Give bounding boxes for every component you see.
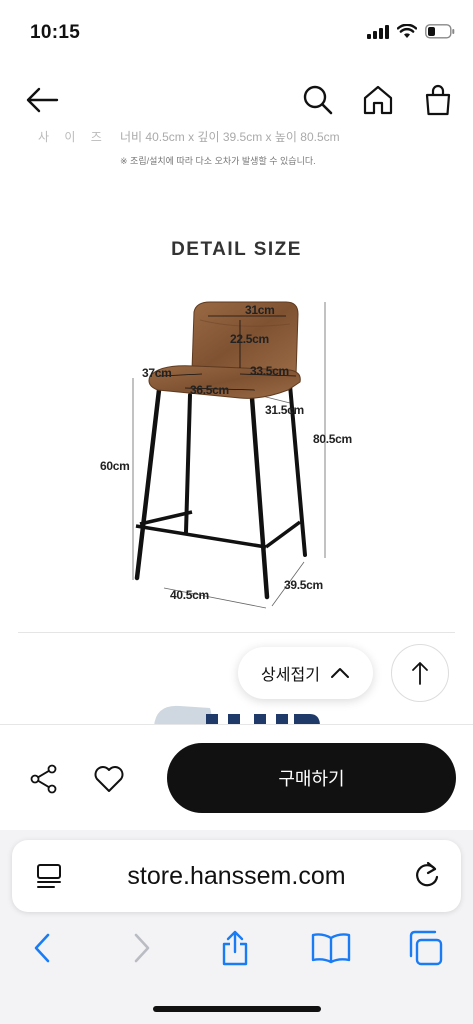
status-bar: 10:15 [0,0,473,64]
dim-base-depth: 39.5cm [284,578,323,592]
chevron-right-icon [134,933,150,963]
spec-row: 사 이 즈 너비 40.5cm x 깊이 39.5cm x 높이 80.5cm [0,124,473,144]
brand-logo-peek [150,700,330,726]
browser-forward-button[interactable] [120,928,164,968]
address-bar[interactable]: store.hanssem.com [12,840,461,912]
search-button[interactable] [298,80,338,120]
tabs-button[interactable] [404,928,448,968]
status-time: 10:15 [30,22,81,43]
heart-icon [94,766,124,792]
section-divider [18,632,455,633]
browser-share-button[interactable] [213,928,257,968]
wifi-icon [397,24,417,38]
chair-illustration [132,301,326,609]
dim-base-width: 40.5cm [170,588,209,602]
dim-seat-depth-right: 33.5cm [250,364,289,378]
chevron-up-icon [330,668,349,678]
share-nodes-icon [30,764,57,794]
dim-total-height: 80.5cm [313,432,352,446]
dim-back-width: 31cm [245,303,275,317]
browser-back-button[interactable] [20,928,64,968]
back-button[interactable] [22,80,62,120]
home-button[interactable] [358,80,398,120]
share-icon [222,930,248,966]
arrow-left-icon [26,87,59,113]
tabs-icon [409,930,443,966]
url-text[interactable]: store.hanssem.com [12,862,461,891]
spec-label: 사 이 즈 [38,130,108,144]
signal-icon [367,24,389,39]
app-header [0,70,473,130]
home-indicator [153,1006,321,1012]
logo-fragment-image [154,705,320,726]
search-icon [303,85,333,115]
bookmarks-button[interactable] [309,928,353,968]
purchase-bar: 구매하기 [0,724,473,830]
dim-seat-height: 60cm [100,459,130,473]
dim-leg-spacing: 31.5cm [265,403,304,417]
spec-note: ※ 조립/설치에 따라 다소 오차가 발생할 수 있습니다. [120,156,316,166]
dim-back-height: 22.5cm [230,332,269,346]
reload-icon[interactable] [413,860,441,890]
spec-value: 너비 40.5cm x 깊이 39.5cm x 높이 80.5cm [120,130,340,144]
cart-button[interactable] [418,80,458,120]
dim-seat-width-front: 36.5cm [190,383,229,397]
collapse-details-label: 상세접기 [261,667,320,684]
share-button[interactable] [26,761,62,797]
home-icon [363,85,393,115]
browser-nav-row [0,928,473,968]
detail-size-title: DETAIL SIZE [171,239,302,260]
chair-dimension-image: 31cm 22.5cm 37cm 33.5cm 36.5cm 31.5cm 80… [90,290,352,610]
battery-icon [425,24,455,39]
arrow-up-icon [412,662,428,685]
dim-seat-depth-left: 37cm [142,366,172,380]
shopping-bag-icon [425,84,451,116]
status-icons [367,24,455,39]
book-icon [311,933,351,964]
scroll-to-top-button[interactable] [391,644,449,702]
purchase-button[interactable]: 구매하기 [167,743,456,813]
browser-toolbar: store.hanssem.com [0,830,473,1024]
wishlist-button[interactable] [90,761,128,797]
collapse-details-button[interactable]: 상세접기 [238,647,373,699]
chevron-left-icon [34,933,50,963]
